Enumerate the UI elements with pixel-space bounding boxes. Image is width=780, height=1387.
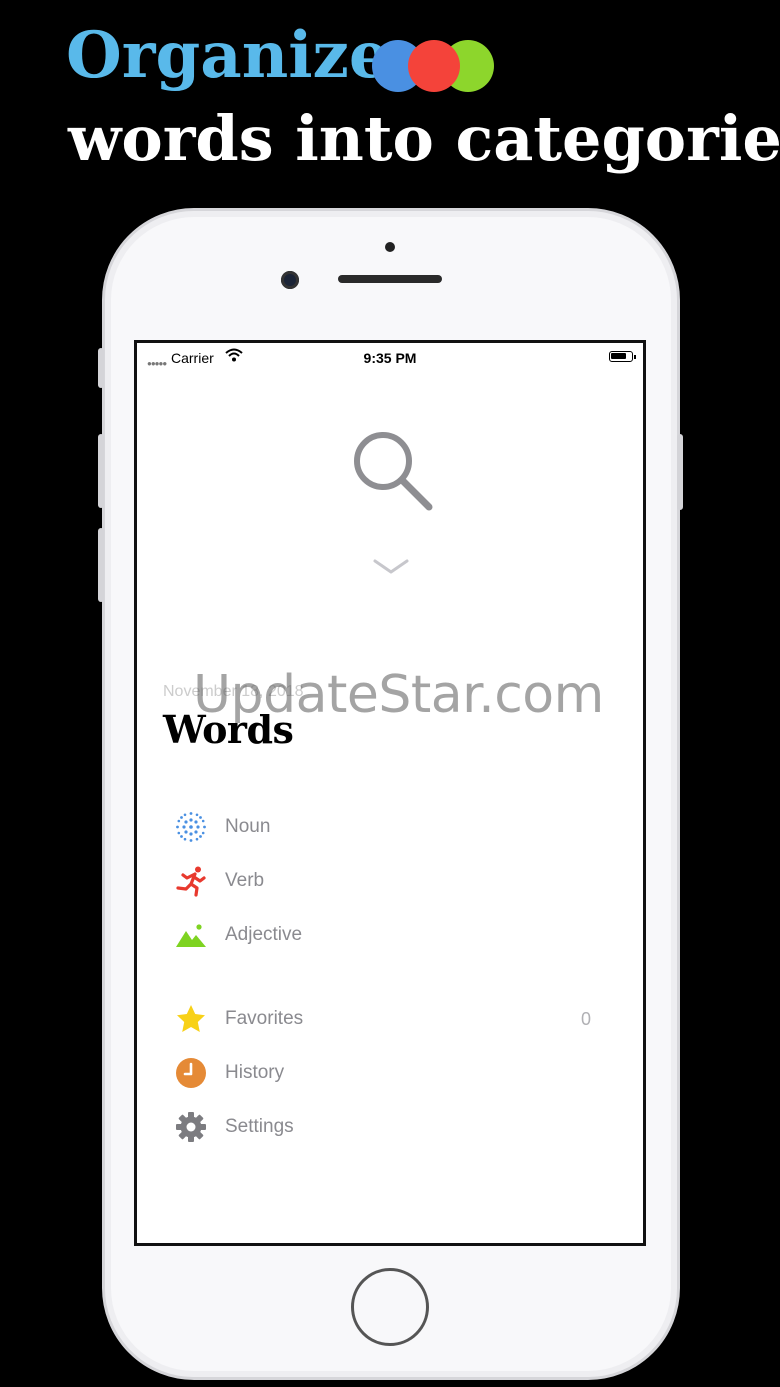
earpiece-speaker: [338, 275, 442, 283]
category-item-noun[interactable]: Noun: [173, 807, 603, 847]
category-label: Noun: [225, 816, 271, 837]
category-item-verb[interactable]: Verb: [173, 861, 603, 901]
proximity-sensor: [385, 242, 395, 252]
power-button: [677, 434, 683, 510]
category-label: Verb: [225, 870, 265, 891]
gear-icon: [173, 1109, 209, 1145]
menu-label: Settings: [225, 1116, 294, 1137]
status-time: 9:35 PM: [363, 350, 417, 366]
running-person-icon: [173, 863, 209, 899]
mountain-icon: [173, 917, 209, 953]
red-dot: [408, 40, 460, 92]
home-button[interactable]: [351, 1268, 429, 1346]
menu-item-history[interactable]: History: [173, 1053, 603, 1093]
page-title: Words: [163, 707, 294, 752]
battery-icon: [609, 351, 636, 362]
volume-up-button: [98, 434, 104, 508]
front-camera: [281, 271, 299, 289]
search-icon[interactable]: [351, 429, 435, 518]
star-icon: [173, 1001, 209, 1037]
menu-label: History: [225, 1062, 285, 1083]
chevron-down-icon[interactable]: [373, 559, 409, 580]
category-item-adjective[interactable]: Adjective: [173, 915, 603, 955]
category-label: Adjective: [225, 924, 303, 945]
status-bar: ●●●●● Carrier 9:35 PM: [137, 343, 643, 373]
favorites-count: 0: [580, 1008, 591, 1029]
volume-down-button: [98, 528, 104, 602]
promo-title: Organize: [66, 18, 390, 93]
clock-icon: [173, 1055, 209, 1091]
mute-switch: [98, 348, 104, 388]
menu-item-settings[interactable]: Settings: [173, 1107, 603, 1147]
menu-label: Favorites: [225, 1008, 304, 1029]
menu-item-favorites[interactable]: Favorites 0: [173, 999, 603, 1039]
promo-subtitle: words into categories: [68, 102, 780, 175]
noun-dots-icon: [173, 809, 209, 845]
app-screen: ●●●●● Carrier 9:35 PM November 18, 2018 …: [134, 340, 646, 1246]
